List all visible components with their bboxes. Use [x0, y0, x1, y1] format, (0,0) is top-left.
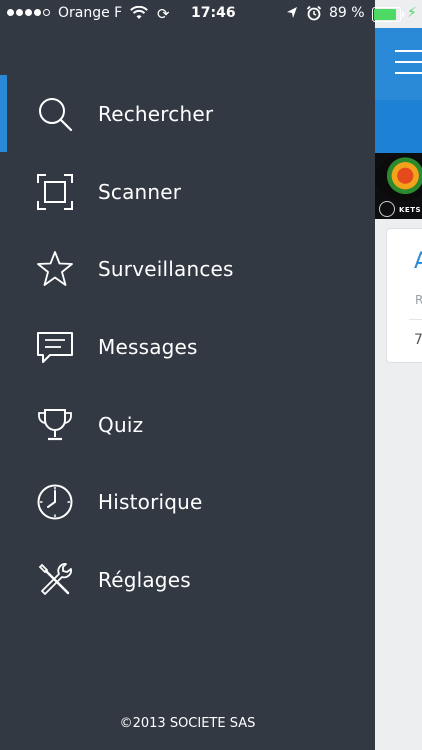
menu-label: Rechercher	[98, 101, 214, 126]
location-arrow-icon	[287, 7, 297, 18]
menu-item-surveillances[interactable]: Surveillances	[0, 230, 375, 308]
drawer-menu: Rechercher Scanner Surveillances Message…	[0, 75, 375, 619]
app-tab-band	[375, 100, 422, 153]
background-app: KETS A R 7	[375, 0, 422, 750]
star-icon	[36, 250, 74, 288]
wifi-icon	[130, 6, 148, 19]
menu-item-rechercher[interactable]: Rechercher	[0, 75, 375, 153]
tools-icon	[36, 561, 74, 599]
card-title: A	[414, 249, 422, 274]
alarm-clock-icon	[306, 5, 322, 21]
status-time: 17:46	[191, 5, 236, 21]
status-bar: Orange F ⟳ 17:46 89 % ⚡	[0, 0, 422, 28]
copyright-footer: ©2013 SOCIETE SAS	[119, 716, 256, 731]
carrier-name: Orange F	[58, 5, 123, 21]
menu-label: Historique	[98, 490, 203, 515]
menu-item-reglages[interactable]: Réglages	[0, 541, 375, 619]
app-banner[interactable]: KETS	[375, 153, 422, 219]
trophy-icon	[36, 406, 74, 444]
card-value: 7	[414, 332, 422, 348]
signal-strength-icon	[7, 9, 50, 16]
card-subtitle: R	[415, 293, 422, 307]
clock-icon	[36, 483, 74, 521]
info-icon[interactable]	[379, 201, 395, 217]
menu-label: Surveillances	[98, 257, 234, 282]
menu-label: Quiz	[98, 412, 144, 437]
charging-bolt-icon: ⚡	[407, 5, 417, 21]
menu-label: Scanner	[98, 179, 182, 204]
hamburger-menu-icon[interactable]	[395, 50, 422, 74]
menu-label: Messages	[98, 334, 198, 359]
battery-fill	[374, 9, 396, 20]
banner-text: KETS	[399, 206, 422, 214]
navigation-drawer: Rechercher Scanner Surveillances Message…	[0, 0, 375, 750]
battery-icon	[372, 7, 404, 22]
search-icon	[36, 95, 74, 133]
menu-label: Réglages	[98, 567, 191, 592]
menu-item-quiz[interactable]: Quiz	[0, 386, 375, 464]
scan-frame-icon	[36, 173, 74, 211]
card-divider	[409, 319, 422, 320]
globe-image	[375, 155, 422, 201]
menu-item-scanner[interactable]: Scanner	[0, 153, 375, 231]
battery-percent: 89 %	[329, 5, 365, 21]
speech-bubble-icon	[36, 328, 74, 366]
sync-icon: ⟳	[157, 5, 170, 23]
app-header	[375, 28, 422, 100]
menu-item-messages[interactable]: Messages	[0, 308, 375, 386]
product-card[interactable]: A R 7	[386, 228, 422, 363]
menu-item-historique[interactable]: Historique	[0, 463, 375, 541]
